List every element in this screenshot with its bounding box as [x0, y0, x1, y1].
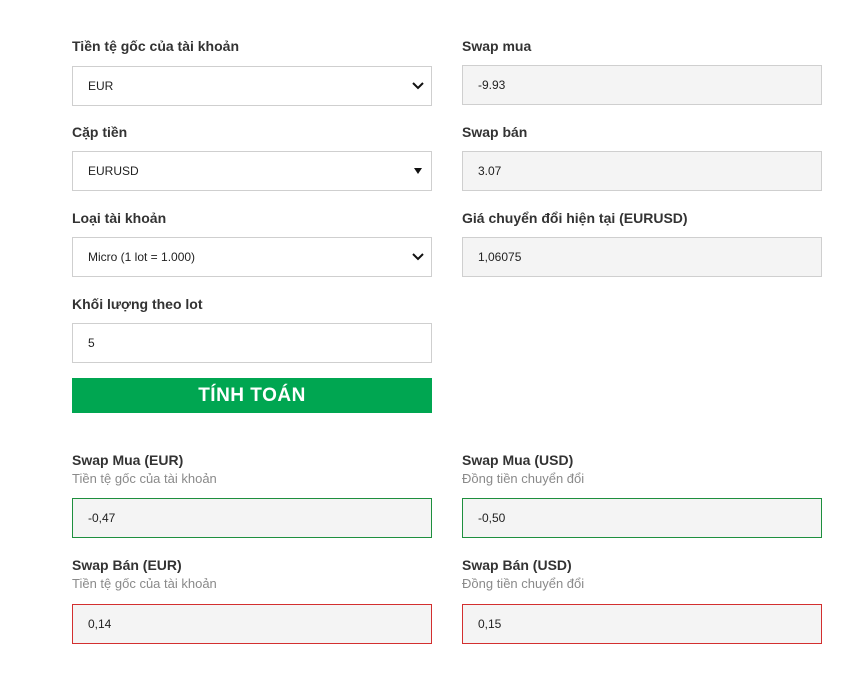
base-currency-label: Tiền tệ gốc của tài khoản: [72, 38, 240, 54]
calculate-button[interactable]: TÍNH TOÁN: [72, 378, 432, 413]
swap-short-label: Swap bán: [462, 124, 528, 140]
swap-long-field[interactable]: -9.93: [462, 65, 822, 105]
pair-label: Cặp tiền: [72, 124, 128, 140]
result-long-conv-field[interactable]: -0,50: [462, 498, 822, 538]
result-short-conv-value: 0,15: [478, 617, 502, 631]
swap-long-value: -9.93: [478, 78, 506, 92]
volume-value: 5: [88, 336, 95, 350]
swap-short-field[interactable]: 3.07: [462, 151, 822, 191]
result-short-conv-label: Swap Bán (USD): [462, 557, 572, 573]
conversion-rate-value: 1,06075: [478, 250, 522, 264]
result-long-conv-label: Swap Mua (USD): [462, 452, 574, 468]
result-long-base-field[interactable]: -0,47: [72, 498, 432, 538]
swap-long-label: Swap mua: [462, 38, 532, 54]
result-long-base-value: -0,47: [88, 511, 116, 525]
chevron-down-icon: [411, 250, 425, 264]
swap-short-value: 3.07: [478, 164, 502, 178]
result-short-conv-field[interactable]: 0,15: [462, 604, 822, 644]
result-long-base-sublabel: Tiền tệ gốc của tài khoản: [72, 471, 217, 486]
account-type-value: Micro (1 lot = 1.000): [88, 250, 196, 264]
conversion-rate-field[interactable]: 1,06075: [462, 237, 822, 277]
chevron-down-icon: [411, 79, 425, 93]
result-short-base-sublabel: Tiền tệ gốc của tài khoản: [72, 576, 217, 591]
conversion-rate-label: Giá chuyển đổi hiện tại (EURUSD): [462, 210, 688, 226]
caret-down-icon: [411, 164, 425, 178]
result-long-base-label: Swap Mua (EUR): [72, 452, 184, 468]
volume-input[interactable]: 5: [72, 323, 432, 363]
result-long-conv-value: -0,50: [478, 511, 506, 525]
account-type-label: Loại tài khoản: [72, 210, 167, 226]
result-short-base-field[interactable]: 0,14: [72, 604, 432, 644]
result-short-base-value: 0,14: [88, 617, 112, 631]
pair-value: EURUSD: [88, 164, 139, 178]
result-short-conv-sublabel: Đồng tiền chuyển đổi: [462, 576, 585, 591]
base-currency-value: EUR: [88, 79, 114, 93]
volume-label: Khối lượng theo lot: [72, 296, 203, 312]
account-type-select[interactable]: Micro (1 lot = 1.000): [72, 237, 432, 277]
result-short-base-label: Swap Bán (EUR): [72, 557, 182, 573]
result-long-conv-sublabel: Đồng tiền chuyển đổi: [462, 471, 585, 486]
base-currency-select[interactable]: EUR: [72, 66, 432, 106]
pair-select[interactable]: EURUSD: [72, 151, 432, 191]
